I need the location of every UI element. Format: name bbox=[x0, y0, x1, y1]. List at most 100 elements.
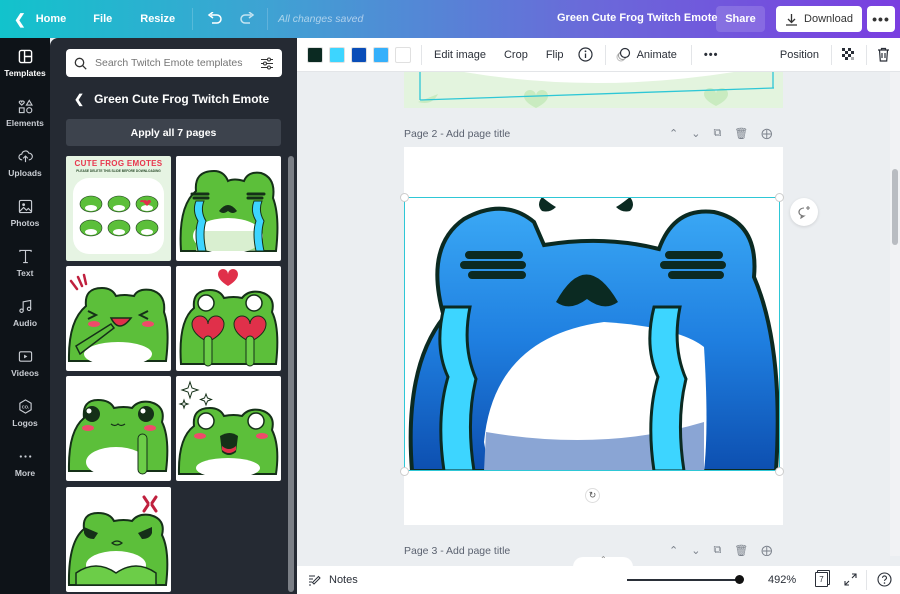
delete-page-icon[interactable]: 🗑 bbox=[734, 127, 748, 140]
notes-label: Notes bbox=[329, 574, 358, 586]
animate-button[interactable]: Animate bbox=[616, 47, 677, 62]
frog-angry-icon bbox=[67, 495, 169, 586]
rail-item-text[interactable]: Text bbox=[0, 238, 50, 288]
rail-label: Logos bbox=[12, 417, 38, 428]
color-swatch-2[interactable] bbox=[329, 46, 345, 63]
add-page-icon[interactable]: ⨁ bbox=[761, 127, 772, 140]
template-thumbnail-laughing[interactable] bbox=[66, 266, 171, 371]
move-page-down-icon[interactable]: ⌄ bbox=[691, 544, 700, 556]
file-menu-button[interactable]: File bbox=[93, 13, 112, 25]
resize-handle-bottom-right[interactable] bbox=[775, 467, 784, 476]
search-box[interactable] bbox=[66, 49, 282, 77]
panel-scrollbar[interactable] bbox=[288, 156, 294, 592]
download-icon bbox=[786, 13, 798, 26]
color-swatch-5[interactable] bbox=[395, 46, 411, 63]
notes-button[interactable]: Notes bbox=[308, 574, 358, 586]
delete-page-icon[interactable]: 🗑 bbox=[734, 544, 748, 556]
help-icon[interactable] bbox=[877, 572, 892, 587]
apply-all-pages-button[interactable]: Apply all 7 pages bbox=[66, 119, 281, 146]
rail-item-elements[interactable]: Elements bbox=[0, 88, 50, 138]
fullscreen-icon[interactable] bbox=[844, 573, 857, 586]
more-options-button[interactable]: ••• bbox=[867, 6, 895, 32]
hearts-pattern-icon bbox=[418, 72, 775, 108]
add-comment-button[interactable] bbox=[790, 198, 818, 226]
info-icon[interactable] bbox=[577, 47, 593, 62]
duplicate-page-icon[interactable]: ⧉ bbox=[713, 127, 721, 140]
svg-text:CO.: CO. bbox=[21, 404, 28, 409]
template-back-button[interactable]: ❮ Green Cute Frog Twitch Emote bbox=[74, 92, 269, 106]
move-page-up-icon[interactable]: ⌃ bbox=[669, 544, 678, 556]
redo-icon bbox=[240, 12, 255, 24]
side-rail: Templates Elements Uploads Photos Text A… bbox=[0, 38, 50, 594]
resize-button[interactable]: Resize bbox=[140, 13, 175, 25]
frog-shy-icon bbox=[67, 398, 169, 477]
page-3-controls: ⌃ ⌄ ⧉ 🗑 ⨁ bbox=[669, 544, 772, 556]
zoom-slider-knob[interactable] bbox=[735, 575, 744, 584]
rail-item-uploads[interactable]: Uploads bbox=[0, 138, 50, 188]
page-2-canvas[interactable]: ↻ bbox=[400, 147, 784, 525]
selection-box[interactable] bbox=[404, 197, 780, 471]
rail-item-audio[interactable]: Audio bbox=[0, 288, 50, 338]
rail-label: Audio bbox=[12, 317, 38, 328]
trash-icon[interactable] bbox=[877, 47, 890, 62]
position-button[interactable]: Position bbox=[780, 49, 819, 61]
crop-button[interactable]: Crop bbox=[504, 49, 528, 61]
document-title[interactable]: Green Cute Frog Twitch Emote bbox=[557, 12, 718, 24]
color-swatch-4[interactable] bbox=[373, 46, 389, 63]
flip-button[interactable]: Flip bbox=[546, 49, 564, 61]
more-dots-icon bbox=[19, 454, 31, 458]
video-icon bbox=[18, 350, 32, 362]
duplicate-page-icon[interactable]: ⧉ bbox=[713, 544, 721, 556]
transparency-icon[interactable] bbox=[842, 47, 856, 62]
page-3-title[interactable]: Page 3 - Add page title bbox=[404, 545, 510, 556]
template-thumbnail-shy[interactable] bbox=[66, 376, 171, 481]
divider bbox=[267, 8, 269, 30]
rail-item-photos[interactable]: Photos bbox=[0, 188, 50, 238]
template-thumbnail-crying[interactable] bbox=[176, 156, 281, 261]
page-1-canvas[interactable] bbox=[404, 72, 783, 108]
page-2-controls: ⌃ ⌄ ⧉ 🗑 ⨁ bbox=[669, 127, 772, 140]
undo-button[interactable] bbox=[207, 12, 223, 26]
edit-image-button[interactable]: Edit image bbox=[434, 49, 486, 61]
search-input[interactable] bbox=[95, 57, 260, 69]
template-thumbnail-angry[interactable] bbox=[66, 487, 171, 592]
filter-icon[interactable] bbox=[260, 57, 274, 70]
move-page-up-icon[interactable]: ⌃ bbox=[669, 127, 678, 140]
template-title: Green Cute Frog Twitch Emote bbox=[94, 92, 270, 106]
download-button[interactable]: Download bbox=[776, 6, 862, 32]
move-page-down-icon[interactable]: ⌄ bbox=[691, 127, 700, 140]
frog-crying-icon bbox=[179, 169, 279, 254]
frog-love-icon bbox=[179, 269, 279, 367]
page-count-button[interactable]: 7 bbox=[815, 572, 828, 587]
share-button[interactable]: Share bbox=[716, 6, 765, 32]
color-swatch-1[interactable] bbox=[307, 46, 323, 63]
redo-button[interactable] bbox=[239, 12, 255, 26]
photo-icon bbox=[18, 199, 32, 213]
divider bbox=[866, 570, 867, 590]
add-page-icon[interactable]: ⨁ bbox=[761, 544, 772, 556]
templates-icon bbox=[18, 49, 32, 63]
canvas-scrollbar[interactable] bbox=[890, 72, 900, 556]
page-2-title[interactable]: Page 2 - Add page title bbox=[404, 128, 510, 140]
rail-item-templates[interactable]: Templates bbox=[0, 38, 50, 88]
rail-item-logos[interactable]: CO. Logos bbox=[0, 388, 50, 438]
template-thumbnail-love-eyes[interactable] bbox=[176, 266, 281, 371]
home-label: Home bbox=[35, 13, 67, 25]
more-actions-button[interactable]: ••• bbox=[704, 49, 719, 61]
resize-handle-top-right[interactable] bbox=[775, 193, 784, 202]
home-button[interactable]: ❮ Home bbox=[14, 11, 66, 28]
rail-item-more[interactable]: More bbox=[0, 438, 50, 488]
scrollbar-thumb[interactable] bbox=[892, 169, 898, 245]
zoom-slider[interactable] bbox=[627, 575, 744, 584]
resize-handle-top-left[interactable] bbox=[400, 193, 409, 202]
rail-label: Photos bbox=[10, 217, 40, 228]
template-thumbnail-excited[interactable] bbox=[176, 376, 281, 481]
rail-label: More bbox=[14, 467, 36, 478]
rotate-handle[interactable]: ↻ bbox=[585, 488, 600, 503]
divider bbox=[690, 44, 692, 65]
zoom-level[interactable]: 492% bbox=[768, 574, 796, 586]
rail-item-videos[interactable]: Videos bbox=[0, 338, 50, 388]
resize-handle-bottom-left[interactable] bbox=[400, 467, 409, 476]
color-swatch-3[interactable] bbox=[351, 46, 367, 63]
template-thumbnail-cover[interactable]: CUTE FROG EMOTES PLEASE DELETE THIS SLID… bbox=[66, 156, 171, 261]
